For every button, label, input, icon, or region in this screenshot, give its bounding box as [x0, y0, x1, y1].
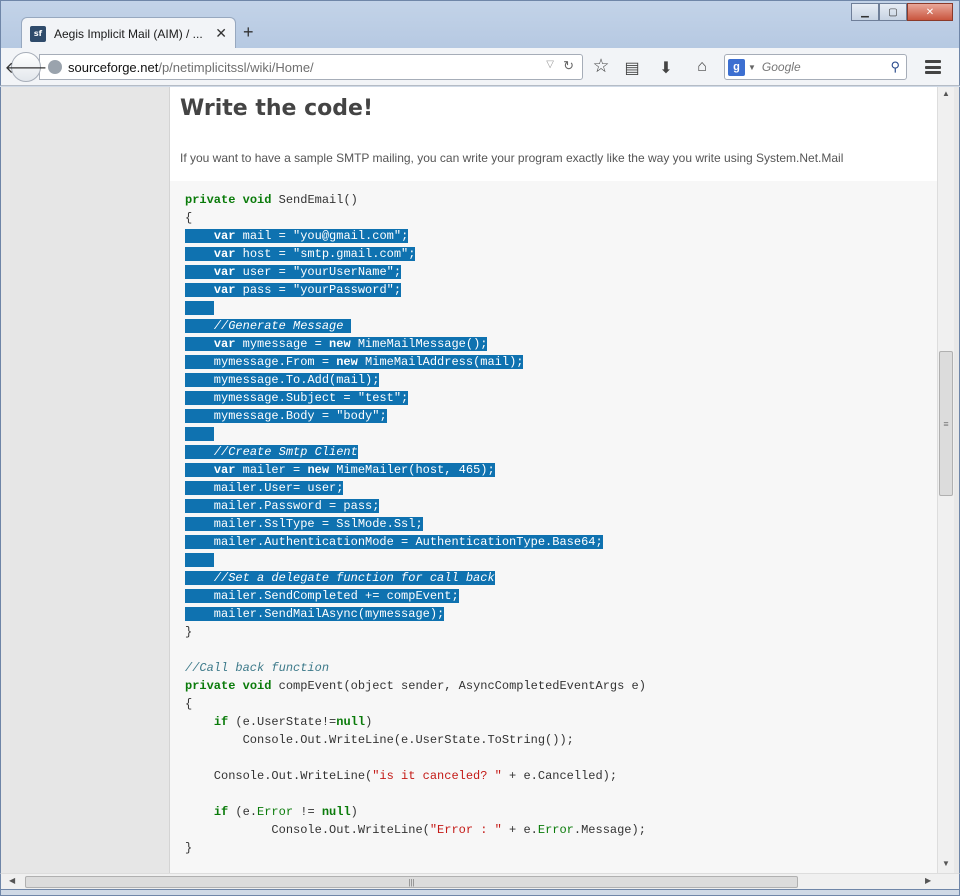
page-heading: Write the code! [180, 96, 373, 121]
search-input[interactable]: Google [762, 60, 891, 74]
browser-tab[interactable]: sf Aegis Implicit Mail (AIM) / ... ✕ [21, 17, 236, 49]
close-tab-icon[interactable]: ✕ [215, 25, 227, 42]
code-line: mailer.SendCompleted += compEvent; [185, 589, 459, 603]
code-line: mailer.User= user; [185, 481, 344, 495]
code-line: mailer.SendMailAsync(mymessage); [185, 607, 445, 621]
maximize-button[interactable]: ▢ [879, 3, 907, 21]
code-line: Console.Out.WriteLine(e.UserState.ToStri… [185, 733, 574, 747]
scroll-down-icon[interactable]: ▼ [942, 859, 950, 868]
reload-icon[interactable]: ↻ [563, 58, 574, 74]
code-line: } [185, 841, 193, 855]
code-line: var user = "yourUserName"; [185, 263, 646, 281]
wiki-content: Write the code! If you want to have a sa… [169, 87, 938, 873]
code-line: mymessage.Body = "body"; [185, 409, 387, 423]
google-icon: g [728, 58, 745, 76]
close-window-button[interactable]: ✕ [907, 3, 953, 21]
code-line: { [185, 697, 193, 711]
left-sidebar [10, 87, 169, 873]
code-line: Console.Out.WriteLine("is it canceled? "… [185, 769, 618, 783]
downloads-icon[interactable]: ⬇ [656, 58, 676, 78]
code-line: if (e.Error != null) [213, 805, 358, 819]
code-line: //Create Smtp Client [185, 443, 646, 461]
code-line: private void SendEmail() [185, 193, 358, 207]
page-viewport: Write the code! If you want to have a sa… [0, 87, 960, 873]
search-icon[interactable]: ⚲ [890, 59, 900, 75]
code-line: var mailer = new MimeMailer(host, 465); [185, 461, 646, 479]
bookmarks-list-icon[interactable]: ▤ [622, 58, 642, 78]
intro-paragraph: If you want to have a sample SMTP mailin… [180, 151, 844, 165]
menu-icon-bar [925, 60, 941, 63]
title-bar: sf Aegis Implicit Mail (AIM) / ... ✕ + ▁… [0, 0, 960, 49]
code-line: mymessage.Subject = "test"; [185, 391, 409, 405]
menu-button[interactable] [919, 57, 947, 77]
code-line: //Set a delegate function for call back [185, 569, 646, 587]
url-path: /p/netimplicitssl/wiki/Home/ [158, 59, 314, 75]
bookmark-star-icon[interactable]: ☆ [591, 55, 611, 78]
globe-icon [48, 60, 62, 74]
code-line [185, 425, 646, 443]
navigation-bar: sourceforge.net /p/netimplicitssl/wiki/H… [0, 48, 960, 86]
history-dropdown-icon[interactable]: ▽ [546, 59, 554, 70]
address-bar[interactable]: sourceforge.net /p/netimplicitssl/wiki/H… [39, 54, 583, 80]
code-line: var mail = "you@gmail.com"; [185, 227, 646, 245]
home-icon[interactable]: ⌂ [692, 58, 712, 76]
code-line [185, 551, 646, 569]
sourceforge-icon: sf [30, 25, 46, 42]
code-line: //Call back function [185, 661, 330, 675]
horizontal-scroll-thumb[interactable]: ||| [25, 876, 798, 888]
code-line: var pass = "yourPassword"; [185, 281, 646, 299]
tab-title: Aegis Implicit Mail (AIM) / ... [54, 26, 203, 41]
code-line: } [185, 625, 193, 639]
search-engine-dropdown-icon[interactable]: ▼ [748, 63, 756, 72]
vertical-scrollbar[interactable]: ▲ ≡ ▼ [937, 87, 954, 873]
code-line: var host = "smtp.gmail.com"; [185, 245, 646, 263]
code-line: mymessage.From = new MimeMailAddress(mai… [185, 355, 524, 369]
code-text[interactable]: private void SendEmail() { var mail = "yo… [185, 191, 646, 857]
code-line: mailer.SslType = SslMode.Ssl; [185, 517, 423, 531]
back-button[interactable]: 🡐 [5, 52, 47, 82]
code-line: Console.Out.WriteLine("Error : " + e.Err… [185, 823, 646, 837]
window-bottom-frame [0, 890, 960, 896]
scroll-left-icon[interactable]: ◀ [9, 876, 15, 885]
scroll-up-icon[interactable]: ▲ [942, 89, 950, 98]
window-controls: ▁ ▢ ✕ [851, 3, 953, 21]
vertical-scroll-thumb[interactable]: ≡ [939, 351, 953, 496]
horizontal-scrollbar[interactable]: ◀ ||| ▶ [0, 873, 960, 890]
url-host: sourceforge.net [68, 59, 159, 75]
code-line: mailer.AuthenticationMode = Authenticati… [185, 535, 603, 549]
code-line: mymessage.To.Add(mail); [185, 373, 380, 387]
minimize-button[interactable]: ▁ [851, 3, 879, 21]
menu-icon-bar [925, 71, 941, 74]
code-line [185, 299, 646, 317]
code-line: private void compEvent(object sender, As… [185, 679, 646, 693]
menu-icon-bar [925, 65, 941, 69]
new-tab-button[interactable]: + [243, 22, 254, 43]
code-line: //Generate Message [185, 317, 646, 335]
code-block[interactable]: private void SendEmail() { var mail = "yo… [170, 181, 938, 873]
scroll-right-icon[interactable]: ▶ [925, 876, 931, 885]
code-line: if (e.UserState!=null) [213, 715, 373, 729]
code-line: mailer.Password = pass; [185, 499, 380, 513]
search-box[interactable]: g ▼ Google ⚲ [724, 54, 907, 80]
code-line: { [185, 211, 193, 225]
code-line: var mymessage = new MimeMailMessage(); [185, 335, 646, 353]
